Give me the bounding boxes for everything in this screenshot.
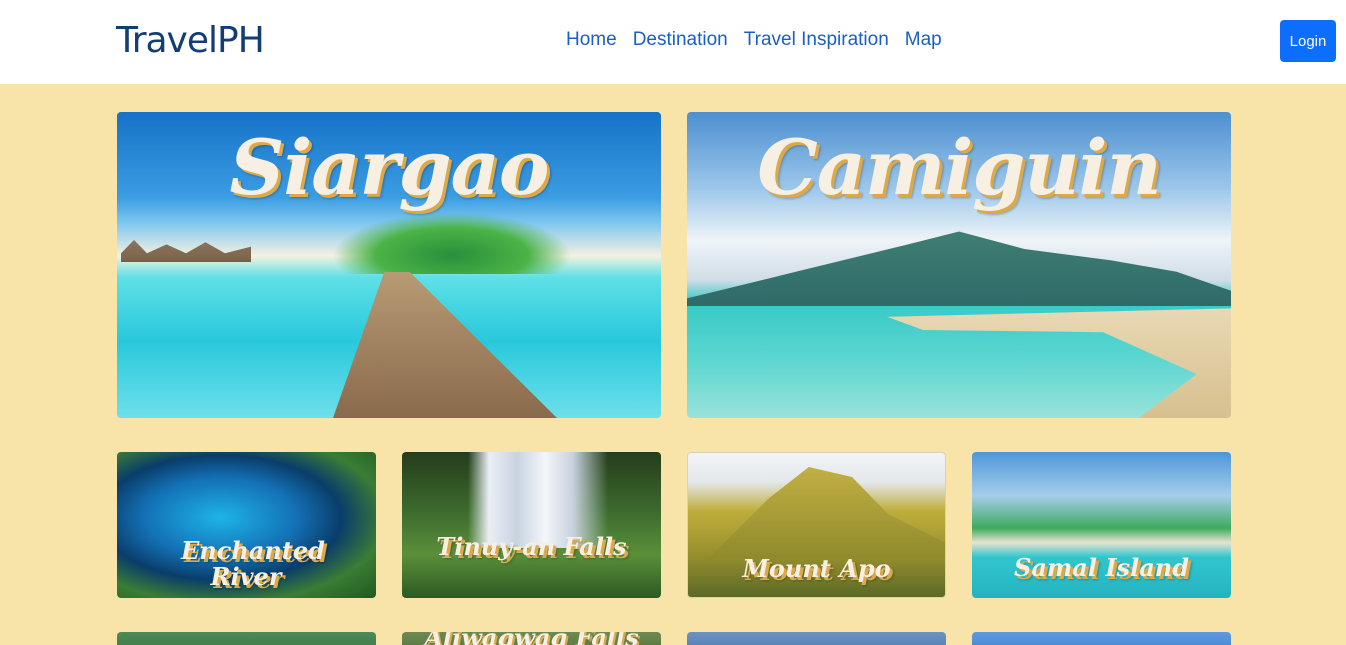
card-tinuy-an-falls[interactable]: Tinuy-an Falls bbox=[402, 452, 661, 598]
card-title: Enchanted River bbox=[181, 536, 325, 592]
brand-logo[interactable]: TravelPH bbox=[116, 20, 265, 61]
nav-travel-inspiration-link[interactable]: Travel Inspiration bbox=[744, 29, 889, 51]
dock-image bbox=[333, 272, 557, 418]
card-row3-1[interactable] bbox=[117, 632, 376, 645]
card-enchanted-river[interactable]: Enchanted River bbox=[117, 452, 376, 598]
card-title: Siargao bbox=[229, 123, 549, 212]
card-mount-apo[interactable]: Mount Apo bbox=[687, 452, 946, 598]
card-samal-island[interactable]: Samal Island bbox=[972, 452, 1231, 598]
nav-links: Home Destination Travel Inspiration Map bbox=[566, 29, 942, 51]
nav-map-link[interactable]: Map bbox=[905, 29, 942, 51]
nav-home-link[interactable]: Home bbox=[566, 29, 617, 51]
island-image bbox=[332, 212, 572, 274]
nav-destination-link[interactable]: Destination bbox=[633, 29, 728, 51]
card-title: Tinuy-an Falls bbox=[436, 532, 627, 561]
card-title: Mount Apo bbox=[742, 554, 891, 583]
featured-card-siargao[interactable]: Siargao bbox=[117, 112, 661, 418]
sandbar-image bbox=[887, 308, 1231, 418]
card-row3-3[interactable] bbox=[687, 632, 946, 645]
mountain-image bbox=[708, 467, 945, 559]
mountain-image bbox=[687, 231, 1231, 306]
featured-card-camiguin[interactable]: Camiguin bbox=[687, 112, 1231, 418]
card-row3-2[interactable]: Aliwagwag Falls bbox=[402, 632, 661, 645]
login-button[interactable]: Login bbox=[1280, 20, 1336, 62]
card-title: Aliwagwag Falls bbox=[402, 632, 661, 645]
card-row3-4[interactable] bbox=[972, 632, 1231, 645]
card-title: Samal Island bbox=[1014, 553, 1189, 582]
card-title: Camiguin bbox=[757, 123, 1162, 212]
huts-image bbox=[121, 240, 251, 262]
navbar: TravelPH Home Destination Travel Inspira… bbox=[0, 0, 1346, 84]
